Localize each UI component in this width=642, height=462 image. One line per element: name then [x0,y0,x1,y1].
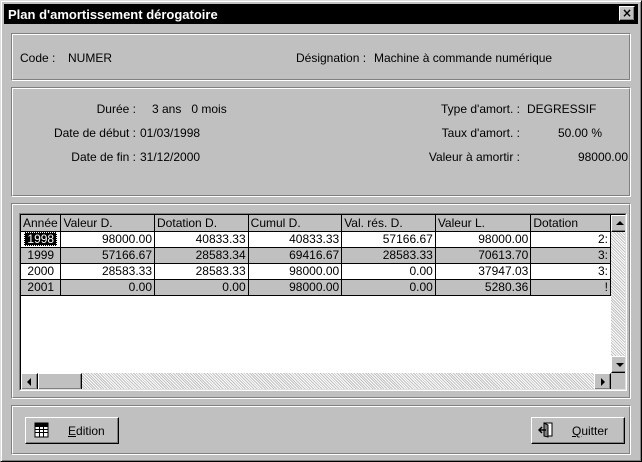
designation-value: Machine à commande numérique [374,51,553,65]
edition-button[interactable]: Edition [25,417,119,444]
cell-annee[interactable]: 1998 [21,231,62,248]
designation-label: Désignation : [296,51,367,65]
cell-valeur-l[interactable]: 70613.70 [435,247,532,264]
window-title: Plan d'amortissement dérogatoire [8,7,218,22]
cell-valeur-l[interactable]: 37947.03 [435,263,532,280]
column-header-val-res-d[interactable]: Val. rés. D. [341,215,436,232]
cell-val-res-d[interactable]: 0.00 [341,279,436,296]
date-debut-label: Date de début : [53,126,136,140]
date-fin-label: Date de fin : [71,150,136,164]
taux-amort-label: Taux d'amort. : [441,126,520,140]
column-header-cumul-d[interactable]: Cumul D. [248,215,343,232]
close-button[interactable]: × [619,6,635,21]
arrow-down-icon [616,363,624,367]
cell-dotation-l[interactable]: 3: [530,247,611,264]
cell-annee[interactable]: 1999 [21,247,62,264]
dialog-window: Plan d'amortissement dérogatoire × Code … [0,0,642,462]
horizontal-scroll-thumb[interactable] [38,373,82,389]
vertical-scrollbar[interactable] [611,215,625,373]
horizontal-scrollbar[interactable] [21,373,611,389]
table-row[interactable]: 2001 0.00 0.00 98000.00 0.00 5280.36 ! [21,279,611,296]
edition-label: Edition [68,424,105,438]
taux-amort-value: 50.00 % [557,126,602,140]
date-debut-value: 01/03/1998 [140,126,201,140]
scroll-up-button[interactable] [611,215,625,232]
type-amort-value: DEGRESSIF [527,102,597,116]
quitter-label: Quitter [572,424,609,438]
cell-cumul-d[interactable]: 98000.00 [248,279,343,296]
close-icon: × [621,6,633,20]
arrow-right-icon [601,378,605,386]
cell-valeur-l[interactable]: 5280.36 [435,279,532,296]
cell-valeur-l[interactable]: 98000.00 [435,231,532,248]
scroll-right-button[interactable] [594,373,611,389]
table-row[interactable]: 1999 57166.67 28583.34 69416.67 28583.33… [21,247,611,264]
amortization-grid[interactable]: Année Valeur D. Dotation D. Cumul D. Val… [19,213,627,391]
column-header-valeur-l[interactable]: Valeur L. [435,215,532,232]
quitter-button[interactable]: Quitter [531,417,625,444]
cell-dotation-l[interactable]: 2: [530,231,611,248]
title-bar[interactable]: Plan d'amortissement dérogatoire × [4,4,638,24]
cell-dotation-l[interactable]: 3: [530,263,611,280]
column-header-dotation-l[interactable]: Dotation [530,215,611,232]
duree-label: Durée : [96,102,136,116]
cell-cumul-d[interactable]: 40833.33 [248,231,343,248]
table-header-row: Année Valeur D. Dotation D. Cumul D. Val… [21,215,611,232]
scroll-down-button[interactable] [611,356,625,373]
cell-dotation-d[interactable]: 28583.34 [154,247,249,264]
table-row[interactable]: 2000 28583.33 28583.33 98000.00 0.00 379… [21,263,611,280]
column-header-annee[interactable]: Année [21,215,62,232]
column-header-dotation-d[interactable]: Dotation D. [154,215,249,232]
grid-report-icon [34,422,49,438]
column-header-valeur-d[interactable]: Valeur D. [60,215,156,232]
arrow-up-icon [616,221,624,225]
cell-valeur-d[interactable]: 98000.00 [60,231,156,248]
code-value: NUMER [68,51,112,65]
cell-dotation-l[interactable]: ! [530,279,611,296]
valeur-amortir-label: Valeur à amortir : [428,150,520,164]
cell-val-res-d[interactable]: 28583.33 [341,247,436,264]
code-label: Code : [20,51,56,65]
cell-valeur-d[interactable]: 57166.67 [60,247,156,264]
cell-annee[interactable]: 2000 [21,263,62,280]
exit-door-icon [538,422,553,438]
header-panel: Code : NUMER Désignation : Machine à com… [11,33,631,81]
date-fin-value: 31/12/2000 [140,150,201,164]
scrollbar-corner [611,373,625,389]
cell-cumul-d[interactable]: 69416.67 [248,247,343,264]
cell-dotation-d[interactable]: 40833.33 [154,231,249,248]
cell-cumul-d[interactable]: 98000.00 [248,263,343,280]
cell-val-res-d[interactable]: 57166.67 [341,231,436,248]
cell-valeur-d[interactable]: 0.00 [60,279,156,296]
arrow-left-icon [27,378,31,386]
type-amort-label: Type d'amort. : [441,102,520,116]
cell-dotation-d[interactable]: 0.00 [154,279,249,296]
cell-valeur-d[interactable]: 28583.33 [60,263,156,280]
valeur-amortir-value: 98000.00 [577,150,628,164]
cell-annee[interactable]: 2001 [21,279,62,296]
scroll-left-button[interactable] [21,373,38,389]
duree-value: 3 ans 0 mois [152,102,227,116]
table-row[interactable]: 1998 98000.00 40833.33 40833.33 57166.67… [21,231,611,248]
details-panel: Durée : 3 ans 0 mois Date de début : 01/… [11,87,631,197]
cell-dotation-d[interactable]: 28583.33 [154,263,249,280]
cell-val-res-d[interactable]: 0.00 [341,263,436,280]
amortization-table: Année Valeur D. Dotation D. Cumul D. Val… [21,215,611,296]
